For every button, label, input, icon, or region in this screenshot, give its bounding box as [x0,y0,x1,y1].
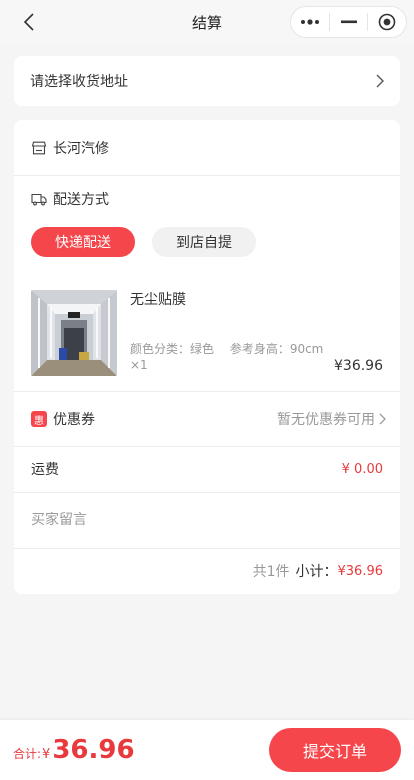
submit-order-button[interactable]: 提交订单 [269,728,401,772]
freight-value: ¥ 0.00 [341,461,383,477]
product-spec: 颜色分类：绿色 参考身高：90cm [130,342,324,356]
more-button[interactable] [291,7,329,37]
total-value: 36.96 [52,735,135,765]
truck-icon [31,193,47,206]
back-button[interactable] [18,10,40,34]
product-quantity: ×1 [130,358,148,372]
total-label: 合计: [13,747,42,761]
freight-row: 运费 ¥ 0.00 [14,446,400,492]
order-card: 长河汽修 配送方式 快递配送 到店自提 无尘贴膜 颜色分类：绿色 参考身高：90… [14,120,400,594]
freight-label: 运费 [31,462,59,478]
store-icon [31,141,47,154]
shop-name: 长河汽修 [53,140,109,157]
coupon-status: 暂无优惠券可用 [277,412,375,428]
coupon-label: 优惠券 [53,412,95,428]
subtotal-row: 共1件 小计： ¥36.96 [14,548,400,594]
delivery-label: 配送方式 [53,192,109,208]
more-dots-icon [300,19,319,25]
divider [14,175,400,176]
checkout-bar: 合计: ¥ 36.96 提交订单 [0,720,414,780]
chevron-right-icon [376,74,384,88]
mini-program-capsule [290,6,407,38]
minimize-icon [340,20,357,24]
minimize-button[interactable] [330,7,368,37]
note-row [14,493,400,547]
coupon-badge-icon: 惠 [31,411,47,427]
delivery-option-pickup[interactable]: 到店自提 [152,227,256,257]
nav-header: 结算 [0,0,414,44]
delivery-option-express[interactable]: 快递配送 [31,227,135,257]
address-label: 请选择收货地址 [30,74,128,90]
chevron-right-icon [379,413,386,425]
chevron-left-icon [23,13,34,31]
page-title: 结算 [191,13,222,32]
total-amount: 合计: ¥ 36.96 [13,735,135,765]
item-count: 共1件 [252,564,290,580]
coupon-row[interactable]: 惠 优惠券 暂无优惠券可用 [14,392,400,446]
subtotal-label: 小计： [295,564,338,580]
product-price: ¥36.96 [334,358,383,374]
total-currency: ¥ [42,747,51,762]
close-button[interactable] [368,7,406,37]
delivery-label-row: 配送方式 [14,188,400,210]
shop-row: 长河汽修 [14,120,400,175]
product-image[interactable] [31,290,117,376]
close-circle-icon [378,13,396,31]
product-name: 无尘贴膜 [130,292,186,308]
subtotal-value: ¥36.96 [337,563,384,579]
buyer-note-input[interactable] [31,512,383,528]
delivery-options: 快递配送 到店自提 [14,227,400,257]
address-selector[interactable]: 请选择收货地址 [14,56,400,106]
